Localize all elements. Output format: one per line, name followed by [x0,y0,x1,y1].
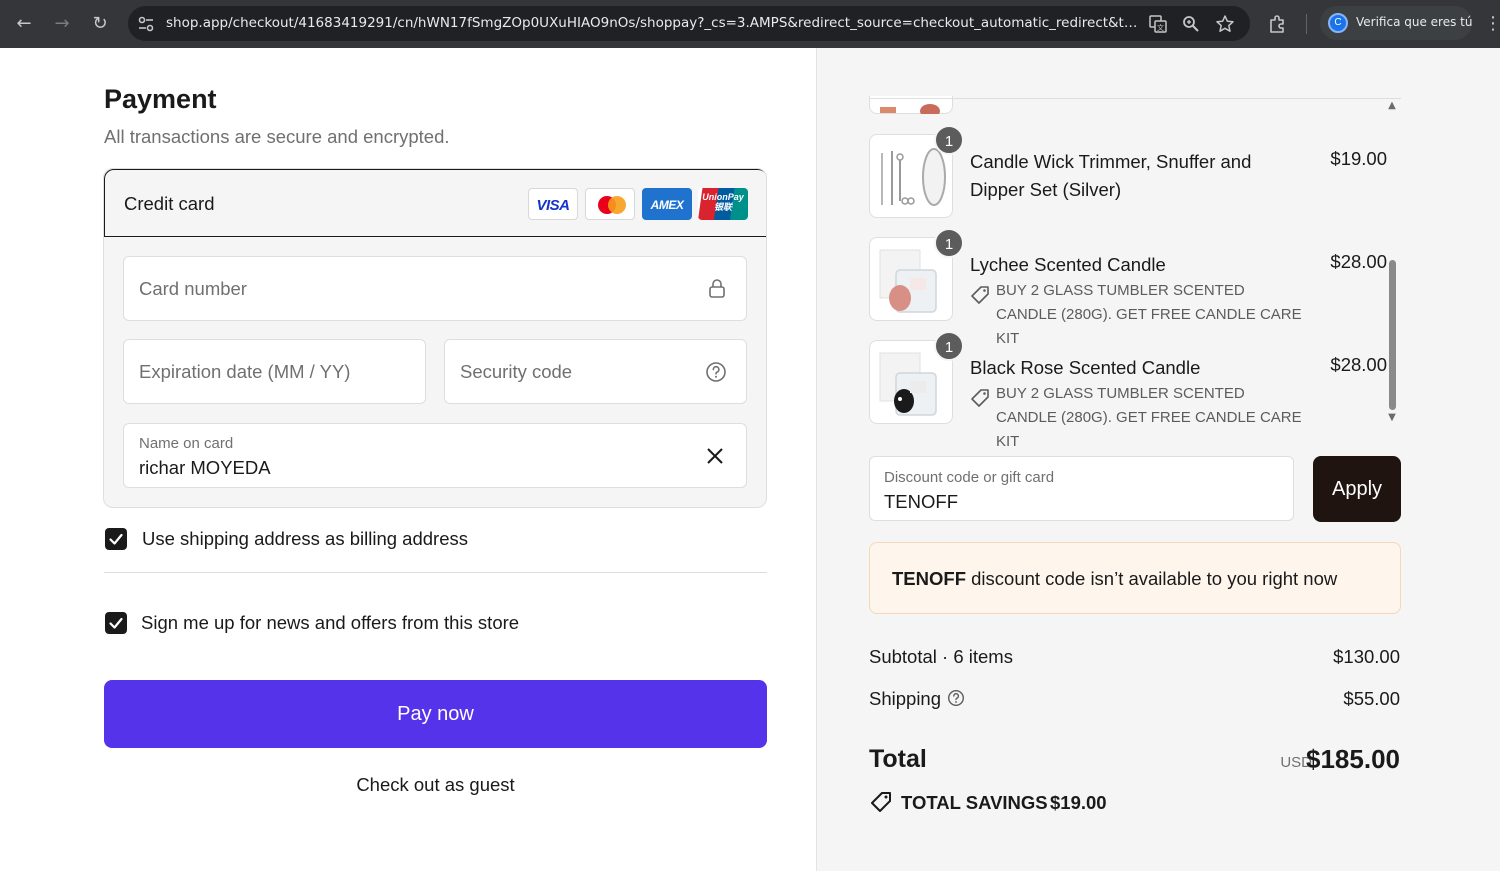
section-divider [104,572,767,573]
product-thumbnail: 1 [869,228,964,321]
clear-icon[interactable] [704,445,726,467]
line-item: 1 Candle Wick Trimmer, Snuffer and Dippe… [869,125,1387,224]
expiration-placeholder: Expiration date (MM / YY) [139,361,351,382]
profile-button[interactable]: C Verifica que eres tú [1320,6,1472,40]
security-code-field[interactable]: Security code [444,339,747,404]
profile-avatar: C [1328,13,1348,33]
tag-icon [871,792,891,812]
payment-pane: Payment All transactions are secure and … [0,48,816,871]
savings-value: $19.00 [1050,792,1107,813]
bookmark-star-icon[interactable] [1215,14,1235,34]
discount-warning-text: TENOFF discount code isn’t available to … [892,568,1338,589]
browser-toolbar: ← → ↻ shop.app/checkout/41683419291/cn/h… [0,0,1500,48]
forward-icon[interactable]: → [50,12,74,36]
name-on-card-value[interactable]: richar MOYEDA [139,457,271,479]
item-name: Black Rose Scented Candle [970,357,1201,378]
credit-card-label: Credit card [124,193,215,214]
amex-logo: AMEX [642,188,692,220]
discount-code-field[interactable]: Discount code or gift card TENOFF [869,456,1294,521]
quantity-badge: 1 [934,331,964,361]
item-price: $28.00 [1330,251,1387,272]
lock-icon [709,279,725,298]
checkmark-icon [109,617,123,629]
quantity-badge: 1 [934,125,964,155]
pay-now-button[interactable]: Pay now [104,680,767,748]
url-text[interactable]: shop.app/checkout/41683419291/cn/hWN17fS… [166,15,1141,31]
scroll-down-arrow-icon[interactable]: ▼ [1386,413,1398,423]
page-subtitle: All transactions are secure and encrypte… [104,126,450,147]
page-title: Payment [104,84,217,114]
news-checkbox[interactable] [105,612,127,634]
apply-button[interactable]: Apply [1313,456,1401,522]
checkout-as-guest-link[interactable]: Check out as guest [104,774,767,796]
item-name: Candle Wick Trimmer, Snuffer and Dipper … [970,151,1252,200]
shipping-row: Shipping [869,688,965,710]
help-icon[interactable] [947,689,965,707]
zoom-icon[interactable] [1181,14,1201,34]
discount-text: BUY 2 GLASS TUMBLER SCENTED CANDLE (280G… [996,385,1302,450]
savings-label: TOTAL SAVINGS [901,792,1048,813]
help-icon[interactable] [705,361,727,383]
quantity-badge: 1 [934,228,964,258]
scroll-up-arrow-icon[interactable]: ▲ [1386,101,1398,111]
visa-logo: VISA [528,188,578,220]
line-item: 1 Black Rose Scented Candle $28.00 BUY 2… [869,331,1387,450]
item-price: $28.00 [1330,354,1387,375]
list-top-border [869,98,1401,99]
product-thumbnail: 1 [869,125,964,218]
unionpay-logo: UnionPay 银联 [698,188,748,220]
subtotal-value: $130.00 [1333,646,1400,667]
tag-icon [971,389,989,407]
browser-menu-icon[interactable]: ⋮ [1484,12,1500,36]
name-on-card-field[interactable]: Name on card richar MOYEDA [123,423,747,488]
discount-code-label: Discount code or gift card [884,469,1055,486]
address-bar[interactable]: shop.app/checkout/41683419291/cn/hWN17fS… [128,6,1250,41]
shipping-value: $55.00 [1343,688,1400,709]
svg-text:文: 文 [1157,23,1164,32]
mastercard-logo [585,188,635,220]
scrollbar-thumb[interactable] [1389,260,1396,410]
site-settings-icon[interactable] [136,14,156,34]
security-code-placeholder: Security code [460,361,573,382]
item-price: $19.00 [1330,148,1387,169]
reload-icon[interactable]: ↻ [88,12,112,36]
profile-text: Verifica que eres tú [1356,15,1473,29]
card-number-field[interactable]: Card number [123,256,747,321]
product-thumbnail: 1 [869,331,964,424]
news-checkbox-label[interactable]: Sign me up for news and offers from this… [141,612,519,634]
credit-card-method[interactable]: Credit card VISA AMEX UnionPay 银联 [104,169,766,237]
shipping-label: Shipping [869,688,942,709]
back-icon[interactable]: ← [12,12,36,36]
item-name: Lychee Scented Candle [970,254,1166,275]
total-value: $185.00 [1306,744,1400,774]
order-summary-pane: ▲ ▼ 1 Candle Wick Trimmer, Snuffer and D… [816,48,1500,871]
tag-icon [971,286,989,304]
checkmark-icon [109,533,123,545]
billing-checkbox[interactable] [105,528,127,550]
toolbar-separator [1306,14,1307,34]
discount-warning: TENOFF discount code isn’t available to … [869,542,1401,614]
card-number-placeholder: Card number [139,278,247,299]
credit-card-panel: Credit card VISA AMEX UnionPay 银联 Card nu… [103,168,767,508]
translate-icon[interactable]: 文 [1148,14,1168,34]
extensions-icon[interactable] [1266,12,1290,36]
total-label: Total [869,745,927,773]
line-item: 1 Lychee Scented Candle $28.00 BUY 2 GLA… [869,228,1387,347]
name-on-card-label: Name on card [139,435,234,452]
subtotal-label: Subtotal · 6 items [869,646,1013,667]
expiration-date-field[interactable]: Expiration date (MM / YY) [123,339,426,404]
billing-checkbox-label[interactable]: Use shipping address as billing address [142,528,468,550]
discount-code-value[interactable]: TENOFF [884,491,958,513]
